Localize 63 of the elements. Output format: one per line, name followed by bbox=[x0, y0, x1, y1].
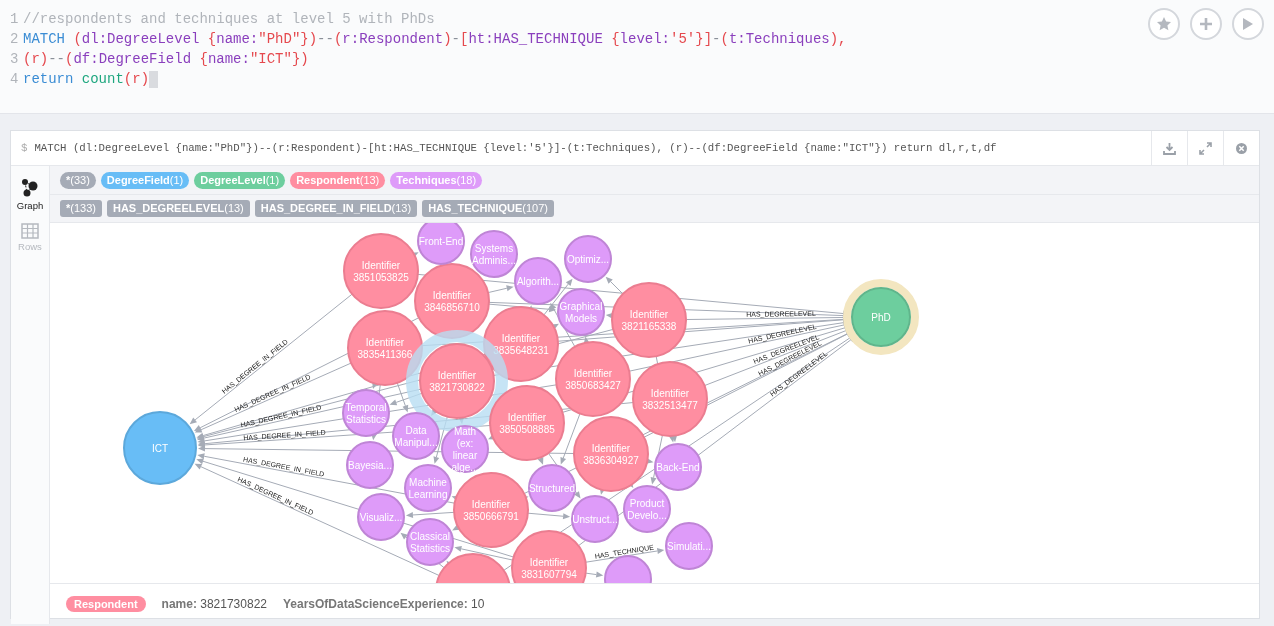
code-line: //respondents and techniques at level 5 with PhDs bbox=[23, 11, 435, 27]
relationship-type-chip[interactable]: HAS_DEGREE_IN_FIELD(13) bbox=[254, 200, 418, 217]
download-icon bbox=[1163, 141, 1176, 155]
respondent-node[interactable]: Identifier 3851053825 bbox=[343, 233, 419, 309]
relationship-type-chip[interactable]: HAS_TECHNIQUE(107) bbox=[422, 200, 554, 217]
play-icon bbox=[1242, 17, 1254, 31]
table-icon bbox=[21, 223, 39, 239]
plus-icon bbox=[1199, 17, 1213, 31]
technique-node[interactable]: Simulati... bbox=[665, 522, 713, 570]
close-icon bbox=[1235, 141, 1248, 155]
node-label-chip[interactable]: *(33) bbox=[60, 171, 96, 189]
node-label-chip[interactable]: DegreeField(1) bbox=[100, 171, 190, 189]
code-line: MATCH (dl:DegreeLevel {name:"PhD"})--(r:Respondent)-[ht:HAS_TECHNIQUE {level:'5'}]-(t:Techniques), bbox=[23, 31, 847, 47]
code-line: (r)--(df:DegreeField {name:"ICT"}) bbox=[23, 51, 309, 67]
respondent-node[interactable]: Identifier 3821165338 bbox=[611, 282, 687, 358]
respondent-node[interactable]: Identifier 3850666791 bbox=[453, 472, 529, 548]
degree-field-node[interactable]: ICT bbox=[123, 411, 197, 485]
relationship-type-chip[interactable]: HAS_DEGREELEVEL(13) bbox=[106, 200, 250, 217]
technique-node[interactable]: Math (ex: linear alge... bbox=[441, 425, 489, 473]
prompt-symbol: $ bbox=[21, 142, 28, 154]
respondent-node[interactable]: Identifier 3850683427 bbox=[555, 341, 631, 417]
technique-node[interactable]: Front-End bbox=[417, 223, 465, 265]
technique-node[interactable]: Bayesia... bbox=[346, 441, 394, 489]
technique-node[interactable]: Back-End bbox=[654, 443, 702, 491]
node-label-chip[interactable]: DegreeLevel(1) bbox=[194, 171, 286, 189]
line-number: 1 bbox=[10, 11, 20, 27]
expand-icon bbox=[1199, 141, 1212, 155]
line-number: 4 bbox=[10, 71, 20, 87]
technique-node[interactable]: Temporal Statistics bbox=[342, 389, 390, 437]
star-icon bbox=[1156, 16, 1172, 32]
technique-node[interactable]: Classical Statistics bbox=[406, 518, 454, 566]
respondent-chip: Respondent bbox=[66, 596, 146, 612]
relationship-type-chip[interactable]: *(133) bbox=[60, 200, 102, 217]
technique-node[interactable]: Graphical Models bbox=[557, 288, 605, 336]
line-number: 3 bbox=[10, 51, 20, 67]
node-label-chip[interactable]: Respondent(13) bbox=[290, 171, 386, 189]
graph-icon bbox=[21, 178, 39, 198]
query-text: MATCH (dl:DegreeLevel {name:"PhD"})--(r:Respondent)-[ht:HAS_TECHNIQUE {level:'5'}]-(t:Techniques), (r)--(df:DegreeField {name:"ICT"}) return dl,r,t,df bbox=[34, 142, 998, 154]
respondent-node[interactable]: Identifier 3850508885 bbox=[489, 385, 565, 461]
code-line: return count(r) bbox=[23, 71, 150, 87]
technique-node[interactable]: Machine Learning bbox=[404, 464, 452, 512]
technique-node[interactable]: Product Develo... bbox=[623, 485, 671, 533]
degree-level-node[interactable]: PhD bbox=[843, 279, 919, 355]
line-number: 2 bbox=[10, 31, 20, 47]
node-label-chip[interactable]: Techniques(18) bbox=[390, 171, 483, 189]
graph-view-tab[interactable]: Graph bbox=[16, 176, 44, 213]
add-button[interactable] bbox=[1190, 8, 1222, 40]
technique-node[interactable]: Unstruct... bbox=[571, 495, 619, 543]
technique-node[interactable]: Visualiz... bbox=[357, 493, 405, 541]
rows-view-tab[interactable]: Rows bbox=[18, 221, 42, 254]
respondent-node[interactable]: Identifier 3835411366 bbox=[347, 310, 423, 386]
technique-node[interactable]: Structured bbox=[528, 464, 576, 512]
respondent-node[interactable]: Identifier 3831607794 bbox=[511, 530, 587, 583]
technique-node[interactable]: Optimiz... bbox=[564, 235, 612, 283]
run-button[interactable] bbox=[1232, 8, 1264, 40]
respondent-node[interactable]: Identifier 3832513477 bbox=[632, 361, 708, 437]
property-text: YearsOfDataScienceExperience: 10 bbox=[283, 597, 485, 611]
technique-node[interactable]: Systems Adminis... bbox=[470, 230, 518, 278]
favorite-button[interactable] bbox=[1148, 8, 1180, 40]
property-text: name: 3821730822 bbox=[161, 597, 267, 611]
text-cursor bbox=[149, 70, 159, 88]
technique-node[interactable]: Data Manipul... bbox=[392, 412, 440, 460]
respondent-node[interactable] bbox=[435, 553, 511, 583]
